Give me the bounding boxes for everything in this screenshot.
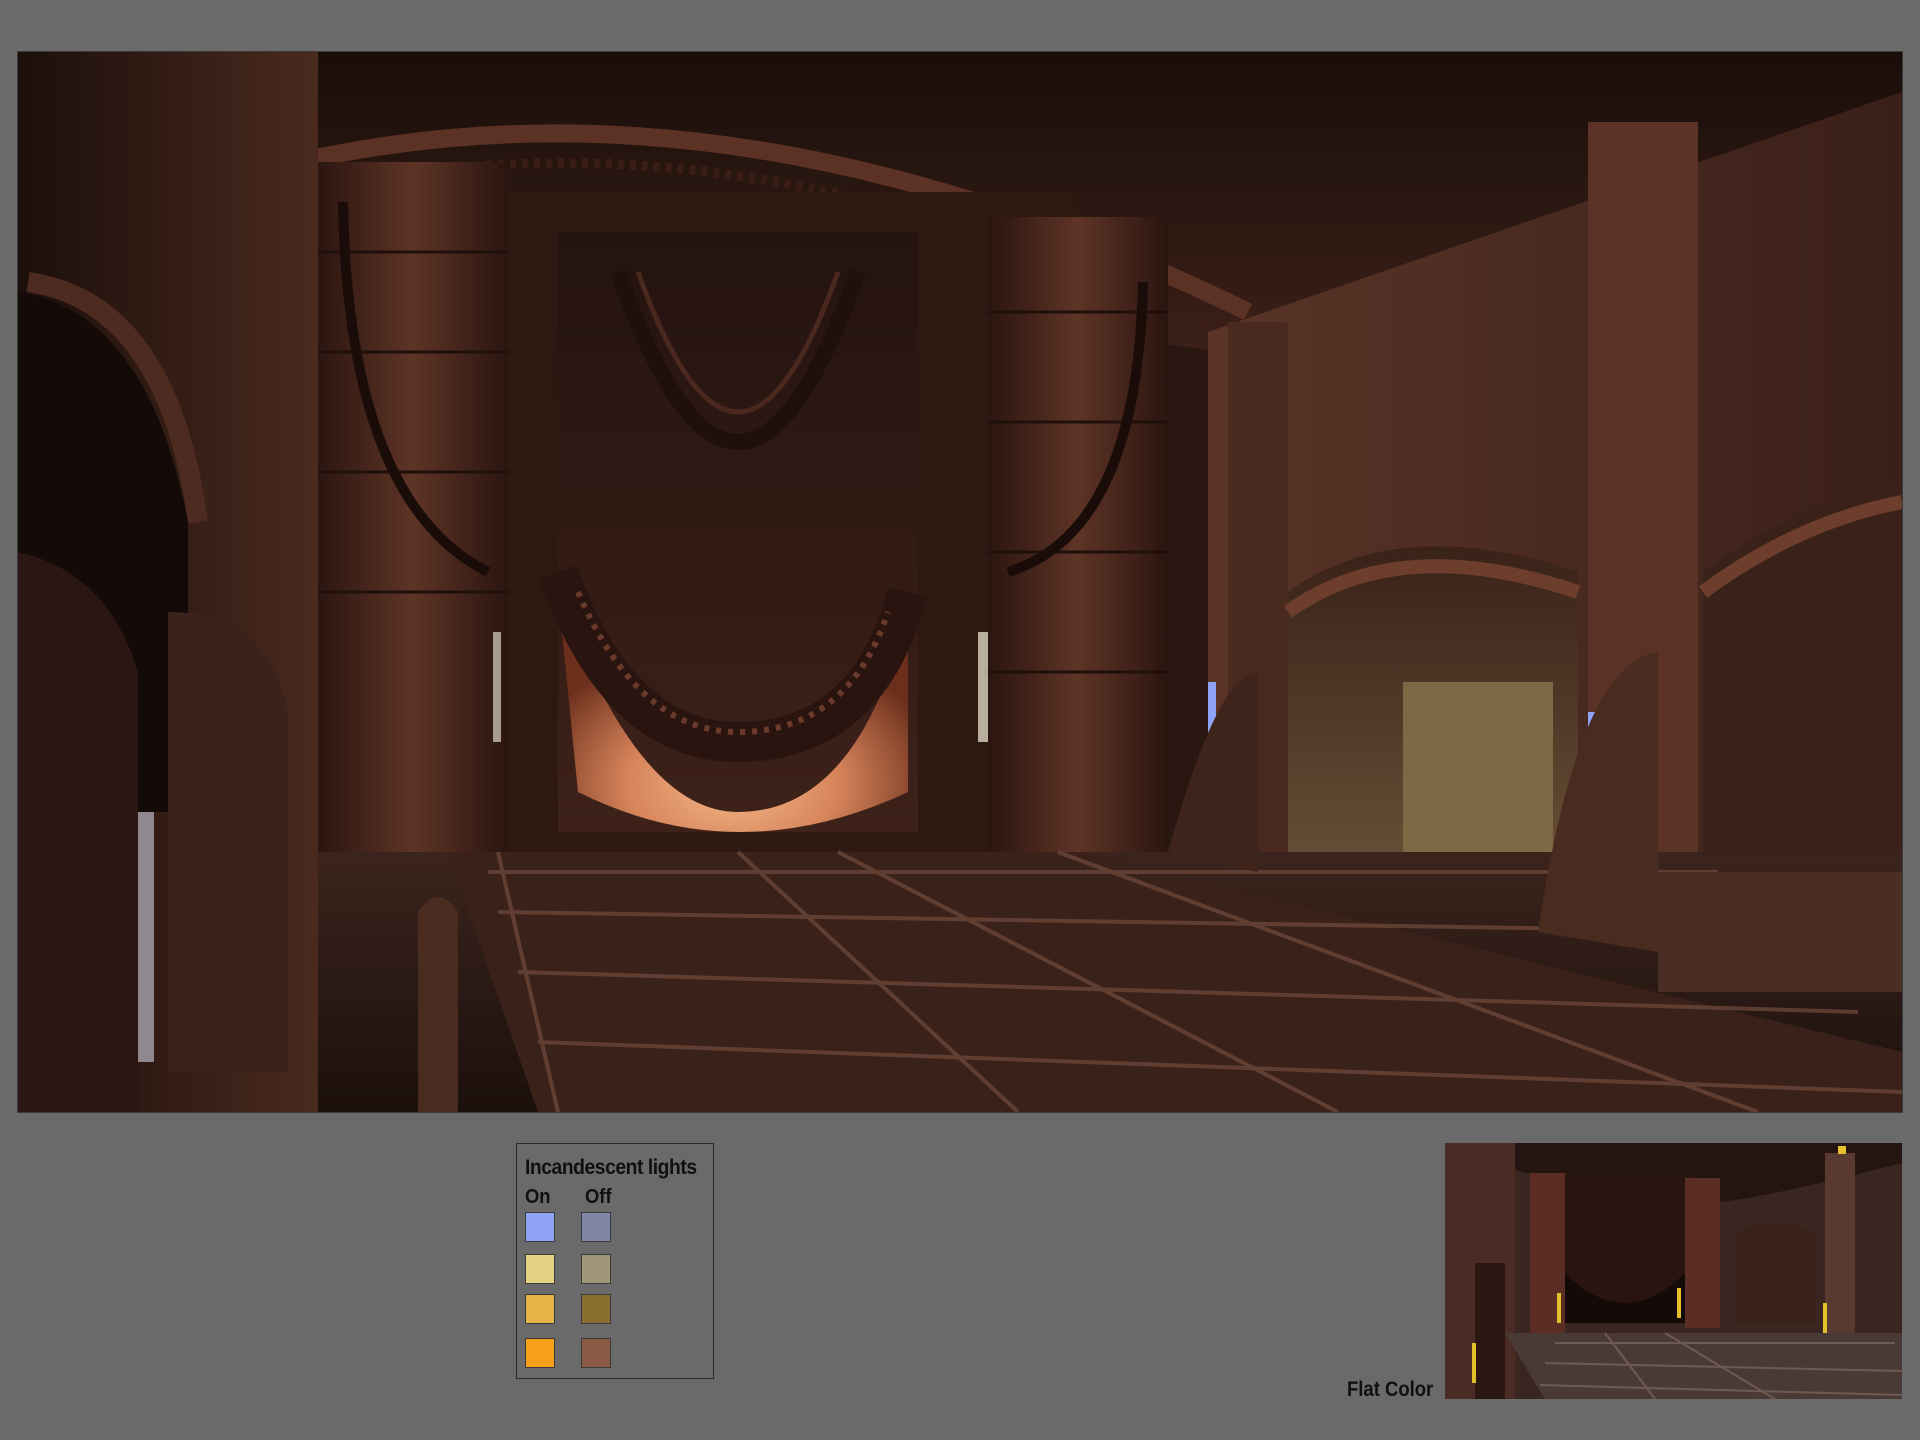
legend-title: Incandescent lights <box>525 1156 697 1179</box>
legend-off-label: Off <box>585 1186 612 1208</box>
swatch-off-2 <box>581 1254 611 1284</box>
swatch-on-1 <box>525 1212 555 1242</box>
swatch-off-4 <box>581 1338 611 1368</box>
swatch-off-3 <box>581 1294 611 1324</box>
hangar-scene <box>18 52 1902 1112</box>
concept-painting-hangar-interior <box>18 52 1902 1112</box>
legend-on-label: On <box>525 1186 551 1208</box>
flat-color-label: Flat Color <box>1347 1378 1434 1401</box>
swatch-on-3 <box>525 1294 555 1324</box>
swatch-on-4 <box>525 1338 555 1368</box>
incandescent-lights-legend: Incandescent lights On Off <box>516 1143 714 1379</box>
swatch-on-2 <box>525 1254 555 1284</box>
swatch-off-1 <box>581 1212 611 1242</box>
flat-color-thumbnail <box>1445 1143 1902 1399</box>
flat-color-scene <box>1445 1143 1902 1399</box>
